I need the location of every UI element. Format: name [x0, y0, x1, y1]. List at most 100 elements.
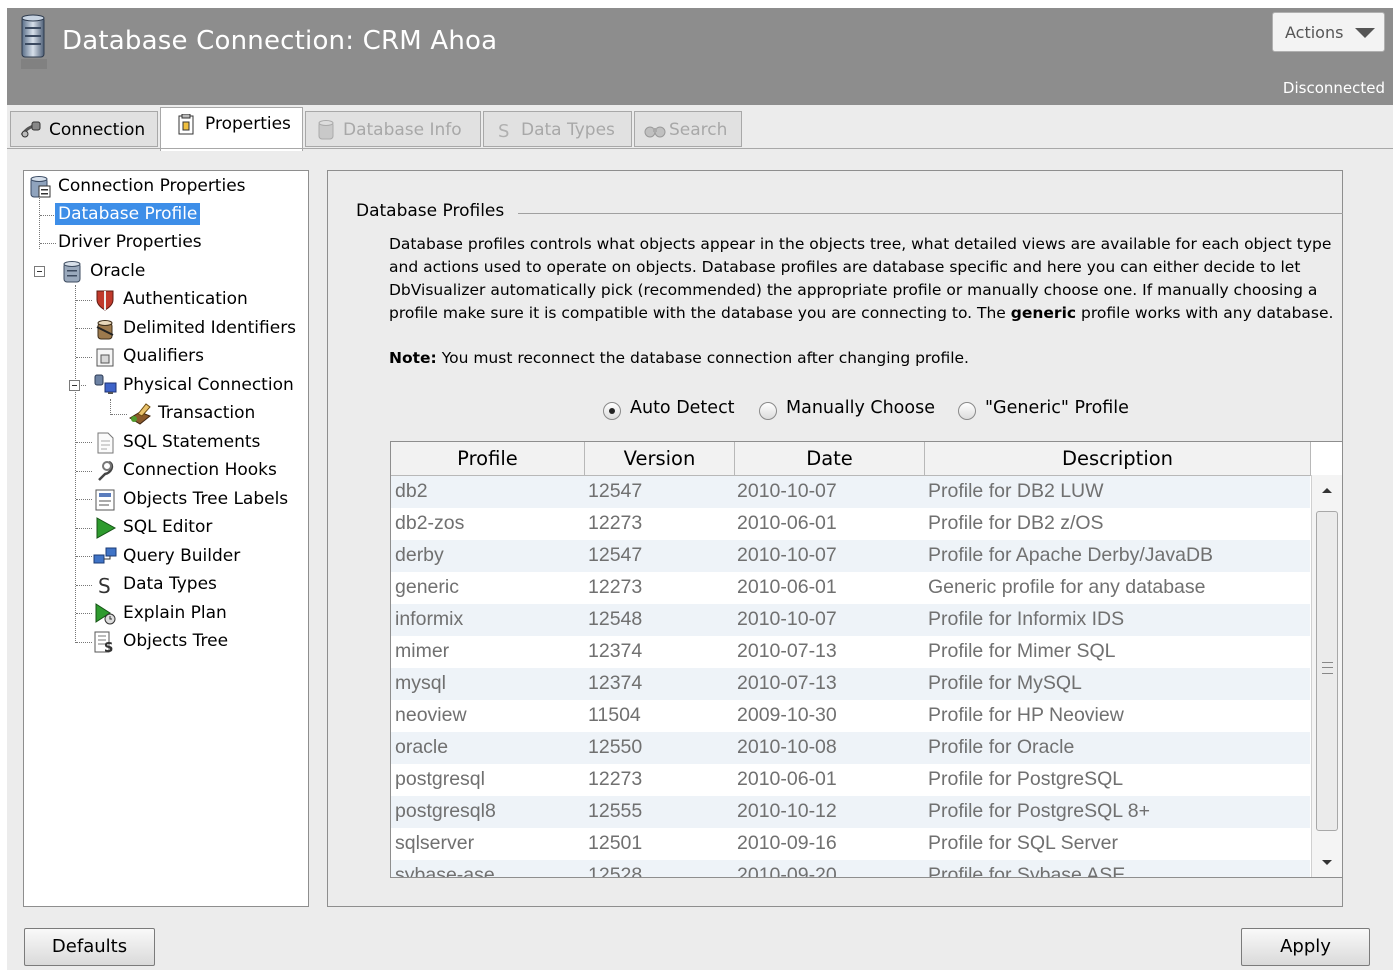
- table-row[interactable]: postgresql8 12555 2010-10-12 Profile for Po…: [391, 796, 1310, 828]
- collapse-toggle-icon[interactable]: [69, 380, 80, 391]
- table-cell: sqlserver: [395, 832, 475, 854]
- note-label: Note:: [389, 349, 437, 367]
- tree-connector: [76, 556, 92, 557]
- description-tail: profile works with any database.: [1081, 304, 1334, 322]
- identifiers-icon: [96, 320, 114, 340]
- table-cell: 12273: [588, 576, 643, 598]
- radio-button[interactable]: [759, 402, 777, 420]
- column-header-description[interactable]: Description: [925, 442, 1311, 476]
- database-icon: [63, 261, 81, 283]
- tab-label: Database Info: [343, 120, 462, 140]
- table-cell: 12501: [588, 832, 643, 854]
- svg-text:S: S: [498, 121, 509, 141]
- table-row[interactable]: db2-zos 12273 2010-06-01 Profile for DB2 z/…: [391, 508, 1310, 540]
- vertical-scrollbar[interactable]: [1311, 475, 1342, 877]
- table-row[interactable]: neoview 11504 2009-10-30 Profile for HP Neo…: [391, 700, 1310, 732]
- description-bold: generic: [1010, 304, 1077, 322]
- tab-label: Connection: [49, 120, 146, 140]
- table-cell: 12528: [588, 864, 643, 878]
- table-cell: 2009-10-30: [737, 704, 837, 726]
- database-connection-window: Database Connection: CRM Ahoa Actions Di…: [7, 8, 1393, 970]
- table-cell: 12550: [588, 736, 643, 758]
- scroll-down-icon[interactable]: [1322, 860, 1332, 865]
- table-cell: postgresql: [395, 768, 485, 790]
- table-row[interactable]: sqlserver 12501 2010-09-16 Profile for SQL …: [391, 828, 1310, 860]
- scroll-up-icon[interactable]: [1322, 488, 1332, 493]
- table-row[interactable]: db2 12547 2010-10-07 Profile for DB2 LUW: [391, 476, 1310, 508]
- column-header-profile[interactable]: Profile: [391, 442, 585, 476]
- properties-tree: Connection Properties Database Profile D…: [23, 170, 309, 907]
- table-cell: 11504: [588, 704, 641, 726]
- table-cell: 12548: [588, 608, 643, 630]
- connection-status: Disconnected: [1282, 79, 1385, 97]
- scrollbar-thumb[interactable]: [1316, 511, 1338, 831]
- collapse-toggle-icon[interactable]: [34, 266, 45, 277]
- tab-label: Properties: [205, 114, 291, 134]
- table-cell: 12555: [588, 800, 643, 822]
- table-cell: oracle: [395, 736, 449, 758]
- table-cell: generic: [395, 576, 459, 598]
- table-cell: neoview: [395, 704, 467, 726]
- profile-settings-panel: Database Profiles Database profiles cont…: [327, 170, 1343, 907]
- table-cell: 2010-09-16: [737, 832, 837, 854]
- profiles-table: Profile Version Date Description db2 1254…: [390, 441, 1343, 878]
- actions-dropdown[interactable]: Actions: [1272, 12, 1385, 52]
- table-cell: postgresql8: [395, 800, 496, 822]
- radio-button[interactable]: [958, 402, 976, 420]
- physical-connection-icon: [94, 374, 117, 394]
- tab-properties[interactable]: Properties: [160, 107, 303, 151]
- table-row[interactable]: mysql 12374 2010-07-13 Profile for MySQL: [391, 668, 1310, 700]
- connection-plug-icon: [20, 121, 41, 138]
- tree-connector: [76, 642, 92, 643]
- table-row[interactable]: informix 12548 2010-10-07 Profile for Infor…: [391, 604, 1310, 636]
- tree-connector: [76, 585, 92, 586]
- tab-label: Data Types: [521, 120, 615, 140]
- tab-connection[interactable]: Connection: [10, 111, 158, 147]
- tree-connector: [40, 243, 56, 244]
- tab-database-info[interactable]: Database Info: [305, 111, 481, 147]
- table-cell: 12374: [588, 640, 643, 662]
- binoculars-icon: [644, 126, 666, 138]
- table-row[interactable]: derby 12547 2010-10-07 Profile for Apache D…: [391, 540, 1310, 572]
- apply-button[interactable]: Apply: [1241, 928, 1370, 966]
- table-cell: Profile for Mimer SQL: [928, 640, 1116, 662]
- tab-bar: Connection Properties Database Info S Da…: [7, 105, 1393, 151]
- actions-label: Actions: [1285, 23, 1344, 42]
- database-server-icon: [21, 14, 47, 69]
- tree-connector: [76, 442, 92, 443]
- table-cell: 12273: [588, 512, 643, 534]
- tree-connector: [40, 215, 56, 216]
- svg-text:S: S: [98, 574, 111, 597]
- tab-label: Search: [669, 120, 728, 140]
- table-cell: Profile for DB2 z/OS: [928, 512, 1104, 534]
- table-cell: db2: [395, 480, 428, 502]
- defaults-button[interactable]: Defaults: [24, 928, 155, 966]
- transaction-icon: [129, 403, 151, 425]
- tree-connector: [76, 300, 92, 301]
- explain-plan-icon: [95, 603, 116, 625]
- table-cell: 2010-10-07: [737, 480, 837, 502]
- tab-search[interactable]: Search: [634, 111, 742, 147]
- table-cell: informix: [395, 608, 464, 630]
- table-row[interactable]: mimer 12374 2010-07-13 Profile for Mimer SQ…: [391, 636, 1310, 668]
- qualifiers-icon: [96, 348, 114, 367]
- table-cell: 2010-10-12: [737, 800, 837, 822]
- play-icon: [96, 517, 117, 539]
- radio-button-checked[interactable]: [603, 402, 621, 420]
- labels-icon: [95, 489, 115, 511]
- database-properties-icon: [30, 176, 51, 198]
- chevron-down-icon: [1355, 28, 1375, 38]
- table-cell: Generic profile for any database: [928, 576, 1206, 598]
- table-cell: 2010-09-20: [737, 864, 837, 878]
- table-cell: 2010-10-07: [737, 544, 837, 566]
- column-header-date[interactable]: Date: [735, 442, 925, 476]
- window-header: Database Connection: CRM Ahoa Actions Di…: [7, 8, 1393, 105]
- table-row[interactable]: postgresql 12273 2010-06-01 Profile for Pos…: [391, 764, 1310, 796]
- table-row[interactable]: sybase-ase 12528 2010-09-20 Profile for Syb…: [391, 860, 1310, 878]
- tab-data-types[interactable]: S Data Types: [483, 111, 632, 147]
- table-cell: 12374: [588, 672, 643, 694]
- column-header-version[interactable]: Version: [585, 442, 735, 476]
- section-divider: [518, 213, 1343, 214]
- table-row[interactable]: oracle 12550 2010-10-08 Profile for Oracle: [391, 732, 1310, 764]
- table-row[interactable]: generic 12273 2010-06-01 Generic profile fo…: [391, 572, 1310, 604]
